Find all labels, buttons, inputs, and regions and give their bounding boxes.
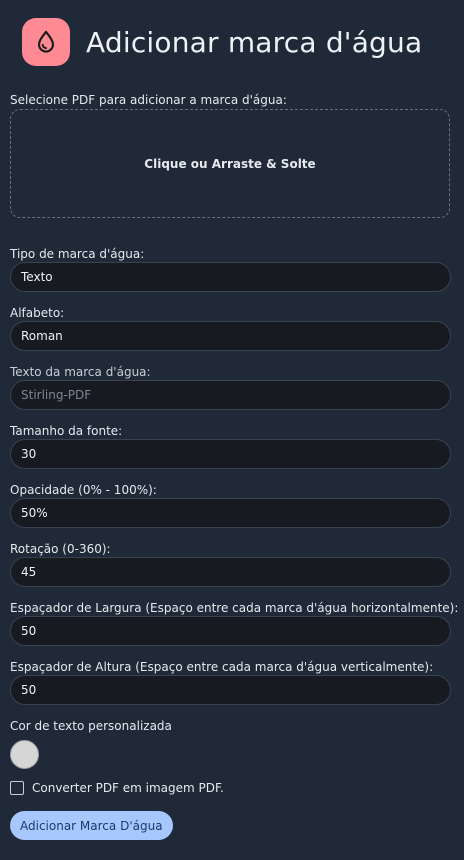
convert-checkbox[interactable]	[10, 781, 24, 795]
upload-label: Selecione PDF para adicionar a marca d'á…	[10, 93, 287, 107]
rotation-input[interactable]: 45	[10, 557, 451, 587]
width-spacer-label: Espaçador de Largura (Espaço entre cada …	[10, 601, 459, 615]
watermark-type-label: Tipo de marca d'água:	[10, 247, 145, 261]
watermark-text-input[interactable]: Stirling-PDF	[10, 380, 451, 410]
watermark-page: Adicionar marca d'água Selecione PDF par…	[0, 0, 464, 860]
height-spacer-input[interactable]: 50	[10, 675, 451, 705]
watermark-type-select[interactable]: Texto	[10, 262, 451, 292]
font-size-label: Tamanho da fonte:	[10, 424, 123, 438]
height-spacer-label: Espaçador de Altura (Espaço entre cada m…	[10, 660, 434, 674]
page-header: Adicionar marca d'água	[22, 18, 422, 66]
custom-color-label: Cor de texto personalizada	[10, 719, 172, 733]
convert-label: Converter PDF em imagem PDF.	[32, 781, 224, 795]
page-title: Adicionar marca d'água	[86, 25, 423, 59]
rotation-label: Rotação (0-360):	[10, 542, 111, 556]
color-picker[interactable]	[10, 740, 39, 769]
opacity-input[interactable]: 50%	[10, 498, 451, 528]
dropzone-text: Clique ou Arraste & Solte	[144, 156, 316, 171]
add-watermark-button[interactable]: Adicionar Marca D'água	[10, 811, 173, 840]
water-drop-icon	[22, 18, 70, 66]
convert-option: Converter PDF em imagem PDF.	[10, 781, 224, 795]
width-spacer-input[interactable]: 50	[10, 616, 451, 646]
font-size-input[interactable]: 30	[10, 439, 451, 469]
alphabet-select[interactable]: Roman	[10, 321, 451, 351]
alphabet-label: Alfabeto:	[10, 306, 65, 320]
watermark-text-label: Texto da marca d'água:	[10, 365, 151, 379]
opacity-label: Opacidade (0% - 100%):	[10, 483, 157, 497]
file-dropzone[interactable]: Clique ou Arraste & Solte	[10, 109, 450, 218]
